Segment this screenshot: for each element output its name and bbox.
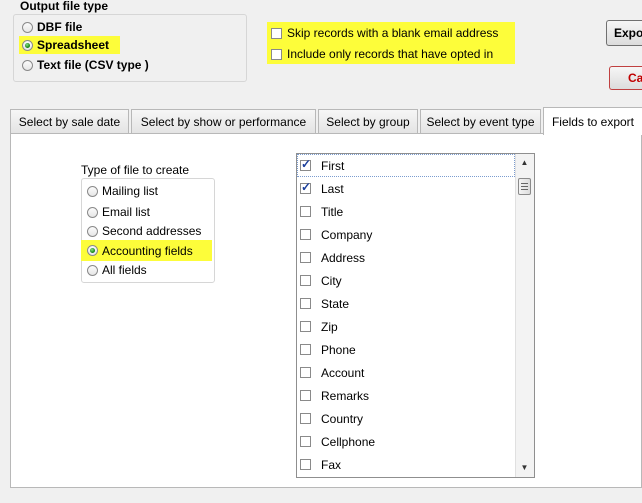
field-label: Last [321, 181, 344, 196]
cancel-button[interactable]: Ca [609, 66, 642, 90]
radio-text-file[interactable]: Text file (CSV type ) [22, 56, 149, 74]
checkbox-indicator[interactable] [300, 413, 311, 424]
radio-label: Accounting fields [102, 243, 193, 258]
field-label: State [321, 296, 350, 311]
field-label: First [321, 158, 345, 173]
field-label: Title [321, 204, 344, 219]
field-label: Zip [321, 319, 338, 334]
radio-indicator[interactable] [87, 185, 98, 197]
radio-indicator[interactable] [87, 206, 98, 218]
tab-strip: Select by sale date Select by show or pe… [10, 107, 642, 135]
radio-label: Second addresses [102, 224, 202, 238]
radio-spreadsheet[interactable]: Spreadsheet [19, 36, 120, 54]
field-item-cellphone[interactable]: Cellphone [297, 430, 515, 453]
radio-label: All fields [102, 263, 147, 277]
checkbox-label: Skip records with a blank email address [287, 26, 499, 40]
field-item-state[interactable]: State [297, 292, 515, 315]
checkbox-indicator[interactable] [300, 157, 311, 171]
radio-label: Email list [102, 205, 151, 219]
field-item-company[interactable]: Company [297, 223, 515, 246]
radio-indicator[interactable] [87, 225, 98, 237]
export-button-label: Expo [614, 26, 642, 40]
cancel-button-label: Ca [628, 71, 642, 85]
field-label: Country [321, 411, 364, 426]
field-item-zip[interactable]: Zip [297, 315, 515, 338]
checkbox-label: Include only records that have opted in [287, 47, 494, 61]
grip-icon [521, 183, 528, 190]
field-item-address[interactable]: Address [297, 246, 515, 269]
radio-all-fields[interactable]: All fields [87, 261, 147, 279]
field-label: Company [321, 227, 373, 242]
field-label: City [321, 273, 342, 288]
field-item-first[interactable]: First [297, 154, 515, 177]
field-label: Fax [321, 457, 342, 472]
scroll-thumb[interactable] [518, 178, 531, 195]
checkbox-indicator[interactable] [300, 252, 311, 263]
radio-second-addresses[interactable]: Second addresses [87, 222, 201, 240]
radio-indicator[interactable] [87, 245, 98, 256]
checkbox-indicator[interactable] [300, 229, 311, 240]
tab-label: Select by sale date [18, 114, 121, 129]
checkbox-indicator[interactable] [300, 180, 311, 194]
field-item-phone[interactable]: Phone [297, 338, 515, 361]
radio-label: DBF file [37, 20, 83, 34]
radio-indicator[interactable] [22, 39, 33, 51]
tab-select-by-group[interactable]: Select by group [318, 109, 418, 133]
tab-fields-to-export[interactable]: Fields to export [543, 107, 642, 135]
field-label: Account [321, 365, 365, 380]
tab-select-by-event-type[interactable]: Select by event type [420, 109, 541, 133]
field-item-country[interactable]: Country [297, 407, 515, 430]
radio-email-list[interactable]: Email list [87, 203, 150, 221]
radio-mailing-list[interactable]: Mailing list [87, 182, 158, 200]
field-item-city[interactable]: City [297, 269, 515, 292]
radio-indicator[interactable] [87, 264, 98, 276]
tab-label: Select by group [326, 114, 410, 129]
tab-label: Select by event type [426, 114, 535, 129]
checkbox-indicator[interactable] [300, 298, 311, 309]
tab-select-by-show-or-performance[interactable]: Select by show or performance [131, 109, 316, 133]
radio-accounting-fields[interactable]: Accounting fields [81, 240, 212, 261]
radio-indicator[interactable] [22, 21, 33, 33]
field-label: Remarks [321, 388, 370, 403]
checkbox-indicator[interactable] [300, 344, 311, 355]
field-label: Phone [321, 342, 356, 357]
field-item-account[interactable]: Account [297, 361, 515, 384]
opted-in-only-checkbox[interactable]: Include only records that have opted in [271, 45, 493, 63]
radio-label: Spreadsheet [37, 38, 110, 52]
tab-label: Fields to export [551, 114, 635, 129]
tab-select-by-sale-date[interactable]: Select by sale date [10, 109, 129, 133]
checkbox-indicator[interactable] [271, 48, 282, 60]
checkbox-indicator[interactable] [300, 321, 311, 332]
file-type-title: Type of file to create [81, 163, 190, 177]
scroll-down-arrow-icon[interactable]: ▼ [516, 459, 533, 476]
field-label: Cellphone [321, 434, 376, 449]
field-item-remarks[interactable]: Remarks [297, 384, 515, 407]
radio-indicator[interactable] [22, 59, 33, 71]
fields-checklist[interactable]: First Last Title Company Address City St… [296, 153, 535, 478]
radio-label: Mailing list [102, 184, 159, 198]
radio-dbf-file[interactable]: DBF file [22, 18, 82, 36]
checkbox-indicator[interactable] [300, 367, 311, 378]
field-item-title[interactable]: Title [297, 200, 515, 223]
field-item-last[interactable]: Last [297, 177, 515, 200]
checkbox-indicator[interactable] [300, 390, 311, 401]
tab-label: Select by show or performance [140, 114, 307, 129]
checkbox-indicator[interactable] [300, 459, 311, 470]
checkbox-indicator[interactable] [271, 27, 282, 39]
field-item-fax[interactable]: Fax [297, 453, 515, 476]
radio-label: Text file (CSV type ) [37, 58, 149, 72]
skip-blank-email-checkbox[interactable]: Skip records with a blank email address [271, 24, 498, 42]
checkbox-indicator[interactable] [300, 436, 311, 447]
scroll-up-arrow-icon[interactable]: ▲ [516, 154, 533, 171]
field-label: Address [321, 250, 366, 265]
checkbox-indicator[interactable] [300, 206, 311, 217]
output-file-type-title: Output file type [20, 0, 108, 13]
checkbox-indicator[interactable] [300, 275, 311, 286]
export-button[interactable]: Expo [606, 20, 642, 46]
fields-scrollbar[interactable]: ▲ ▼ [515, 154, 534, 477]
